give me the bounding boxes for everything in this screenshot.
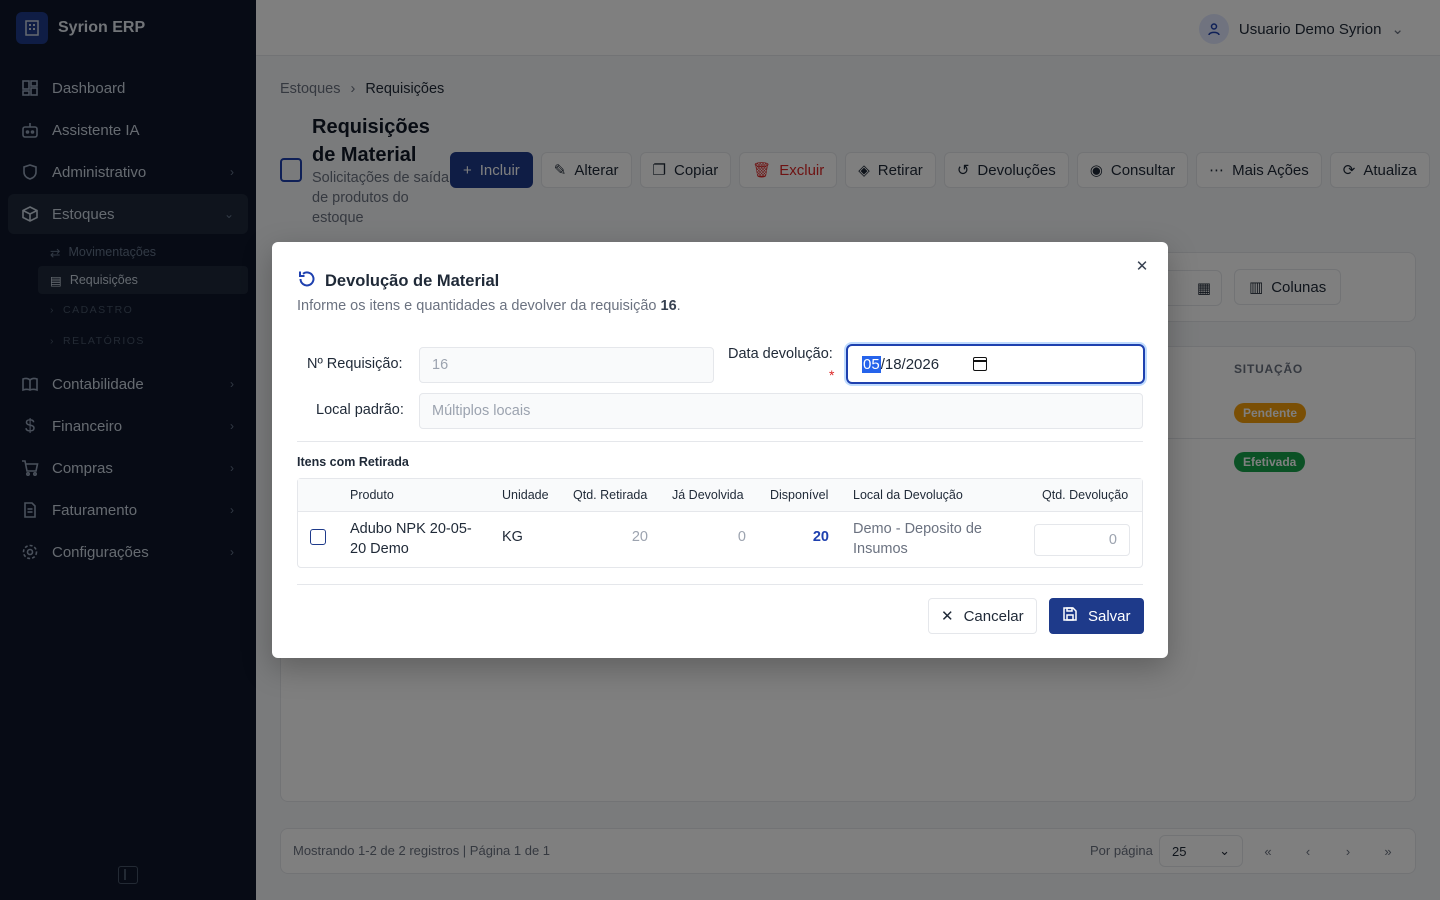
divider [297,584,1143,585]
req-number-field: 16 [419,347,714,383]
qtd-devolucao-input[interactable]: 0 [1034,524,1130,556]
subtitle-suffix: . [676,298,681,314]
modal-title-text: Devolução de Material [325,272,500,290]
req-number-label: Nº Requisição: [307,356,403,372]
cell-unidade: KG [502,529,523,545]
local-padrao-label: Local padrão: [316,402,404,418]
column-header-qtd-devolucao: Qtd. Devolução [1042,488,1129,502]
divider [297,441,1143,442]
modal-title: Devolução de Material [297,269,499,294]
close-icon[interactable]: ✕ [1134,258,1150,275]
save-icon [1062,606,1078,626]
column-header-produto: Produto [350,488,394,502]
row-checkbox[interactable] [310,529,326,545]
cell-disponivel: 20 [812,529,829,545]
column-header-ja-devolvida: Já Devolvida [672,488,744,502]
local-padrao-select[interactable]: Múltiplos locais [419,393,1143,429]
column-header-local-devolucao: Local da Devolução [853,488,963,502]
items-table-header: Produto Unidade Qtd. Retirada Já Devolvi… [298,479,1142,512]
button-label: Salvar [1088,607,1131,625]
cancel-button[interactable]: ✕ Cancelar [928,598,1037,634]
save-button[interactable]: Salvar [1049,598,1144,634]
items-heading: Itens com Retirada [297,455,409,469]
rotate-ccw-icon [297,269,317,294]
cell-qtd-retirada: 20 [631,529,648,545]
date-rest-segment[interactable]: /18/2026 [881,356,939,373]
column-header-qtd-retirada: Qtd. Retirada [573,488,648,502]
x-icon: ✕ [941,608,954,625]
cell-local-devolucao: Demo - Deposito de Insumos [853,521,982,557]
required-indicator: * [829,367,835,383]
column-header-disponivel: Disponível [770,488,829,502]
devolucao-modal: ✕ Devolução de Material Informe os itens… [272,242,1168,658]
date-devolucao-input[interactable]: 05/18/2026 [846,344,1145,384]
date-month-segment[interactable]: 05 [862,355,881,373]
items-table: Produto Unidade Qtd. Retirada Já Devolvi… [297,478,1143,568]
cell-produto: Adubo NPK 20-05-20 Demo [350,521,472,557]
calendar-icon[interactable] [973,357,987,371]
cell-ja-devolvida: 0 [737,529,746,545]
table-row: Adubo NPK 20-05-20 Demo KG 20 0 20 Demo … [298,512,1142,568]
date-devolucao-label: Data devolução: [728,346,833,362]
subtitle-req-number: 16 [660,298,677,314]
column-header-unidade: Unidade [502,488,549,502]
button-label: Cancelar [963,607,1024,625]
modal-subtitle: Informe os itens e quantidades a devolve… [297,298,681,314]
subtitle-text: Informe os itens e quantidades a devolve… [297,298,661,314]
